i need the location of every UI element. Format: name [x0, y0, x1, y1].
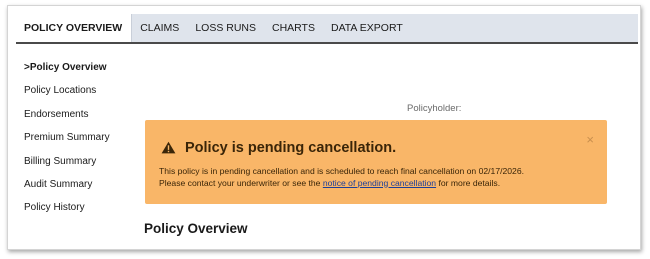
main-tab-bar: POLICY OVERVIEW CLAIMS LOSS RUNS CHARTS …	[16, 14, 638, 44]
warning-icon	[161, 141, 176, 154]
notice-of-pending-cancellation-link[interactable]: notice of pending cancellation	[323, 178, 436, 188]
close-icon[interactable]: ×	[586, 133, 594, 146]
tab-loss-runs[interactable]: LOSS RUNS	[187, 14, 264, 42]
sidebar-item-policy-locations[interactable]: Policy Locations	[24, 79, 134, 102]
tab-charts[interactable]: CHARTS	[264, 14, 323, 42]
section-heading: Policy Overview	[144, 221, 248, 236]
alert-message-text-end: for more details.	[436, 177, 501, 188]
alert-message-line-2: Please contact your underwriter or see t…	[159, 178, 599, 190]
alert-message: This policy is in pending cancellation a…	[159, 166, 599, 189]
sidebar-nav: >Policy Overview Policy Locations Endors…	[24, 56, 134, 220]
tab-claims[interactable]: CLAIMS	[132, 14, 187, 42]
policyholder-label: Policyholder:	[407, 103, 462, 114]
tab-data-export[interactable]: DATA EXPORT	[323, 14, 411, 42]
sidebar-item-audit-summary[interactable]: Audit Summary	[24, 173, 134, 196]
alert-title: Policy is pending cancellation.	[185, 140, 397, 156]
alert-message-line-1: This policy is in pending cancellation a…	[159, 166, 524, 176]
sidebar-item-premium-summary[interactable]: Premium Summary	[24, 126, 134, 149]
sidebar-item-endorsements[interactable]: Endorsements	[24, 103, 134, 126]
tab-policy-overview[interactable]: POLICY OVERVIEW	[16, 14, 133, 42]
sidebar-item-policy-overview[interactable]: >Policy Overview	[24, 56, 134, 79]
sidebar-item-policy-history[interactable]: Policy History	[24, 196, 134, 219]
sidebar-item-billing-summary[interactable]: Billing Summary	[24, 150, 134, 173]
pending-cancellation-alert: Policy is pending cancellation. × This p…	[145, 120, 607, 204]
alert-message-text: Please contact your underwriter or see t…	[159, 177, 323, 188]
